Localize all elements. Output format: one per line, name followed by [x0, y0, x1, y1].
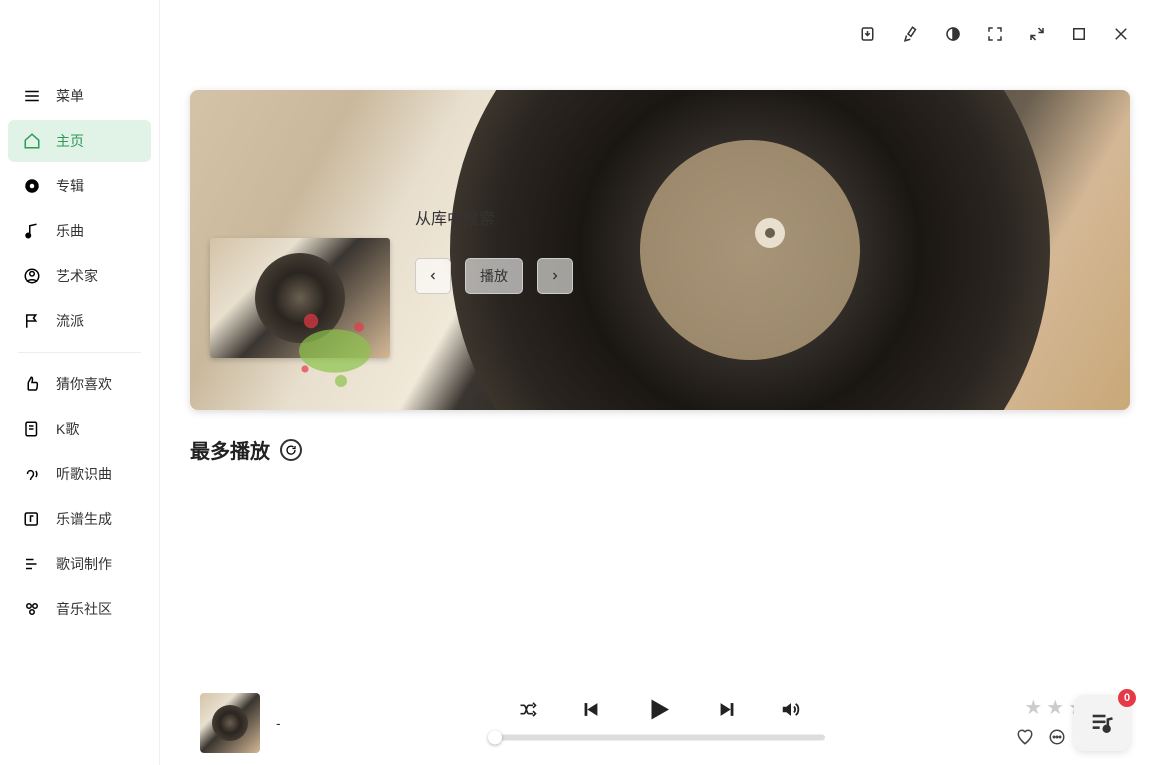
- player-controls: [518, 694, 802, 724]
- progress-thumb[interactable]: [488, 730, 502, 744]
- now-playing-title: -: [276, 715, 281, 731]
- sidebar-item-community[interactable]: 音乐社区: [8, 588, 151, 630]
- hero-banner: 从库中搜索 播放: [190, 90, 1130, 410]
- star-icon[interactable]: ★: [1024, 695, 1042, 720]
- sidebar-item-label: 流派: [56, 311, 84, 331]
- vinyl-hole: [765, 228, 775, 238]
- sidebar-item-label: 歌词制作: [56, 554, 112, 574]
- ear-icon: [22, 464, 42, 484]
- sidebar-item-score-gen[interactable]: 乐谱生成: [8, 498, 151, 540]
- hero-title: 从库中搜索: [415, 205, 495, 229]
- sidebar-item-label: 艺术家: [56, 266, 98, 286]
- hero-next-button[interactable]: [537, 258, 573, 294]
- hero-buttons: 播放: [415, 258, 573, 294]
- sidebar-item-albums[interactable]: 专辑: [8, 165, 151, 207]
- sidebar-item-artists[interactable]: 艺术家: [8, 255, 151, 297]
- hero-prev-button[interactable]: [415, 258, 451, 294]
- sidebar-item-menu[interactable]: 菜单: [8, 75, 151, 117]
- lyrics-sheet-icon: [22, 419, 42, 439]
- disc-icon: [22, 176, 42, 196]
- sidebar-item-label: 乐曲: [56, 221, 84, 241]
- thumbs-up-icon: [22, 374, 42, 394]
- sidebar-item-suggestions[interactable]: 猜你喜欢: [8, 363, 151, 405]
- playlist-icon: [1088, 709, 1116, 737]
- sidebar-item-songs[interactable]: 乐曲: [8, 210, 151, 252]
- sidebar-item-label: 音乐社区: [56, 599, 112, 619]
- queue-badge: 0: [1118, 689, 1136, 707]
- sidebar-item-label: K歌: [56, 419, 79, 439]
- main-content: 从库中搜索 播放 最多播放: [160, 0, 1160, 680]
- sidebar-divider: [18, 352, 141, 353]
- section-header: 最多播放: [190, 435, 1130, 464]
- sidebar-item-label: 乐谱生成: [56, 509, 112, 529]
- note-icon: [22, 221, 42, 241]
- sidebar-item-home[interactable]: 主页: [8, 120, 151, 162]
- sidebar-item-genres[interactable]: 流派: [8, 300, 151, 342]
- favorite-button[interactable]: [1016, 728, 1034, 751]
- community-icon: [22, 599, 42, 619]
- flag-icon: [22, 311, 42, 331]
- home-icon: [22, 131, 42, 151]
- player-bar: - ★ ★ ★ ★ ★: [160, 680, 1160, 765]
- sidebar-item-label: 菜单: [56, 86, 84, 106]
- sidebar: 菜单 主页 专辑 乐曲 艺术家 流派 猜你喜欢 K歌 听歌识曲 乐谱生成 歌词制…: [0, 0, 160, 765]
- sidebar-item-label: 猜你喜欢: [56, 374, 112, 394]
- section-title: 最多播放: [190, 435, 270, 464]
- sidebar-item-karaoke[interactable]: K歌: [8, 408, 151, 450]
- star-icon[interactable]: ★: [1046, 695, 1064, 720]
- next-track-button[interactable]: [716, 698, 738, 720]
- queue-fab[interactable]: 0: [1074, 695, 1130, 751]
- menu-icon: [22, 86, 42, 106]
- sidebar-item-lyrics-edit[interactable]: 歌词制作: [8, 543, 151, 585]
- progress-slider[interactable]: [495, 734, 825, 740]
- lyrics-edit-icon: [22, 554, 42, 574]
- splash-decoration: [275, 285, 395, 405]
- shuffle-button[interactable]: [518, 699, 538, 719]
- person-icon: [22, 266, 42, 286]
- score-icon: [22, 509, 42, 529]
- prev-track-button[interactable]: [580, 698, 602, 720]
- sidebar-item-label: 专辑: [56, 176, 84, 196]
- sidebar-item-label: 主页: [56, 131, 84, 151]
- volume-button[interactable]: [780, 698, 802, 720]
- player-center: [495, 694, 825, 740]
- refresh-button[interactable]: [280, 439, 302, 461]
- hero-play-button[interactable]: 播放: [465, 258, 523, 294]
- play-button[interactable]: [644, 694, 674, 724]
- more-button[interactable]: [1048, 728, 1066, 751]
- sidebar-item-label: 听歌识曲: [56, 464, 112, 484]
- sidebar-item-identify[interactable]: 听歌识曲: [8, 453, 151, 495]
- now-playing-art[interactable]: [200, 693, 260, 753]
